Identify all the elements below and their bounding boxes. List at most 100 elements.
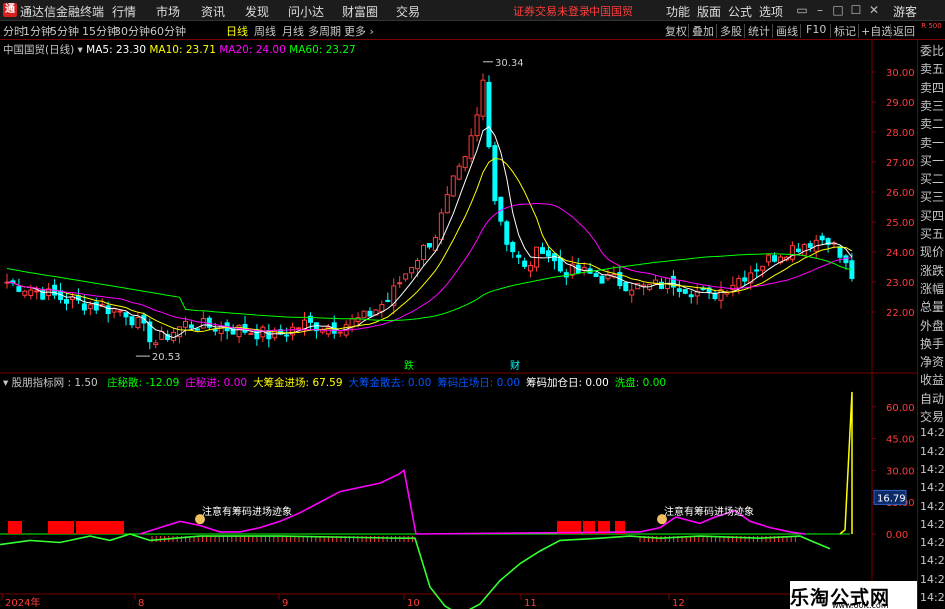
candle-body[interactable] [837,246,843,258]
right-panel-item[interactable]: 总量 [920,298,945,315]
right-panel-item[interactable]: 卖二 [920,115,945,132]
right-panel-item[interactable]: 卖三 [920,97,945,114]
candle-body[interactable] [426,242,432,248]
candle-body[interactable] [296,327,302,330]
candle-body[interactable] [355,317,361,322]
candle-body[interactable] [248,332,254,335]
period-tab[interactable]: 5分钟 [50,23,79,39]
right-panel-item[interactable]: 卖四 [920,79,945,96]
candle-body[interactable] [772,255,778,262]
back-button[interactable]: 返回 [893,23,915,39]
candle-body[interactable] [105,305,111,315]
menu-discover[interactable]: 发现 [245,3,269,20]
candle-body[interactable] [64,299,69,304]
candle-body[interactable] [87,304,93,310]
period-tab[interactable]: 分时 [3,23,25,39]
candle-body[interactable] [682,289,688,294]
candle-body[interactable] [93,301,99,311]
candle-body[interactable] [415,259,421,270]
candle-body[interactable] [117,310,123,313]
right-panel-item[interactable]: 净资 [920,353,945,370]
candle-body[interactable] [676,288,682,292]
candle-body[interactable] [468,135,474,159]
right-panel-item[interactable]: 14:24 [920,500,945,513]
candle-body[interactable] [807,243,813,248]
toolbar-button[interactable]: 叠加 [692,23,714,39]
right-panel-item[interactable]: 买一 [920,152,945,169]
period-more[interactable]: 更多 › [344,23,374,39]
candle-body[interactable] [801,243,807,256]
menu-layout[interactable]: 版面 [697,3,721,20]
legend-toggle-icon[interactable]: ▾ [78,44,87,56]
right-panel-item[interactable]: 交易 [920,408,945,425]
candle-body[interactable] [760,265,766,271]
event-down-marker[interactable]: 跌 [404,359,414,372]
candle-body[interactable] [623,281,629,292]
candle-body[interactable] [557,257,563,272]
menu-ask[interactable]: 问小达 [288,3,324,20]
candle-body[interactable] [28,289,34,296]
candle-body[interactable] [153,342,159,346]
candle-body[interactable] [397,282,403,285]
right-panel-item[interactable]: 14:24 [920,573,945,586]
candle-body[interactable] [212,329,218,332]
period-tab[interactable]: 60分钟 [150,23,186,39]
candle-body[interactable] [474,114,480,137]
candle-body[interactable] [754,269,760,272]
candle-body[interactable] [510,242,516,253]
candle-body[interactable] [504,221,510,245]
candle-body[interactable] [22,290,28,296]
candle-body[interactable] [545,250,551,257]
right-panel-item[interactable]: 14:24 [920,536,945,549]
right-panel-item[interactable]: 买四 [920,207,945,224]
right-panel-item[interactable]: 涨幅 [920,280,945,297]
restore-icon[interactable]: ▭ [794,1,810,19]
candle-body[interactable] [742,277,748,282]
right-panel-item[interactable]: 收益 [920,371,945,388]
candle-body[interactable] [129,316,135,326]
candle-body[interactable] [16,286,22,292]
menu-news[interactable]: 资讯 [201,3,225,20]
maximize-icon[interactable]: ☐ [848,1,864,19]
candle-body[interactable] [385,299,391,302]
menu-options[interactable]: 选项 [759,3,783,20]
candle-body[interactable] [480,79,486,117]
period-tab[interactable]: 多周期 [308,23,341,39]
candle-body[interactable] [456,165,462,180]
candle-body[interactable] [462,156,468,169]
candle-body[interactable] [736,277,742,289]
right-panel-item[interactable]: 14:24 [920,463,945,476]
candle-body[interactable] [819,235,825,241]
menu-market[interactable]: 市场 [156,3,180,20]
right-panel-item[interactable]: 卖一 [920,134,945,151]
right-panel-item[interactable]: 14:24 [920,426,945,439]
right-panel-item[interactable]: 换手 [920,335,945,352]
candle-body[interactable] [629,289,635,296]
period-tab[interactable]: 1分钟 [23,23,52,39]
menu-functions[interactable]: 功能 [666,3,690,20]
candle-body[interactable] [135,316,141,329]
candle-body[interactable] [302,319,307,330]
candle-body[interactable] [349,318,355,328]
candle-body[interactable] [789,245,795,260]
right-panel-item[interactable]: 卖五 [920,60,945,77]
candle-body[interactable] [284,334,290,337]
candle-body[interactable] [593,273,599,277]
toolbar-button[interactable]: 多股 [720,23,742,39]
candle-body[interactable] [795,248,801,252]
toolbar-button[interactable]: 标记 [834,23,856,39]
maximize-icon[interactable]: □ [830,1,846,19]
right-panel-item[interactable]: 外盘 [920,317,945,334]
candle-body[interactable] [111,308,117,313]
candle-body[interactable] [290,326,296,336]
candle-body[interactable] [409,267,415,274]
login-warning[interactable]: 证券交易未登录 [513,3,590,19]
menu-quotes[interactable]: 行情 [112,3,136,20]
candle-body[interactable] [766,254,772,263]
period-tab[interactable]: 周线 [254,23,276,39]
candle-body[interactable] [492,145,498,202]
minimize-icon[interactable]: – [812,1,828,19]
menu-formula[interactable]: 公式 [728,3,752,20]
right-panel-item[interactable]: 委比 [920,42,945,59]
right-panel-item[interactable]: 14:24 [920,445,945,458]
